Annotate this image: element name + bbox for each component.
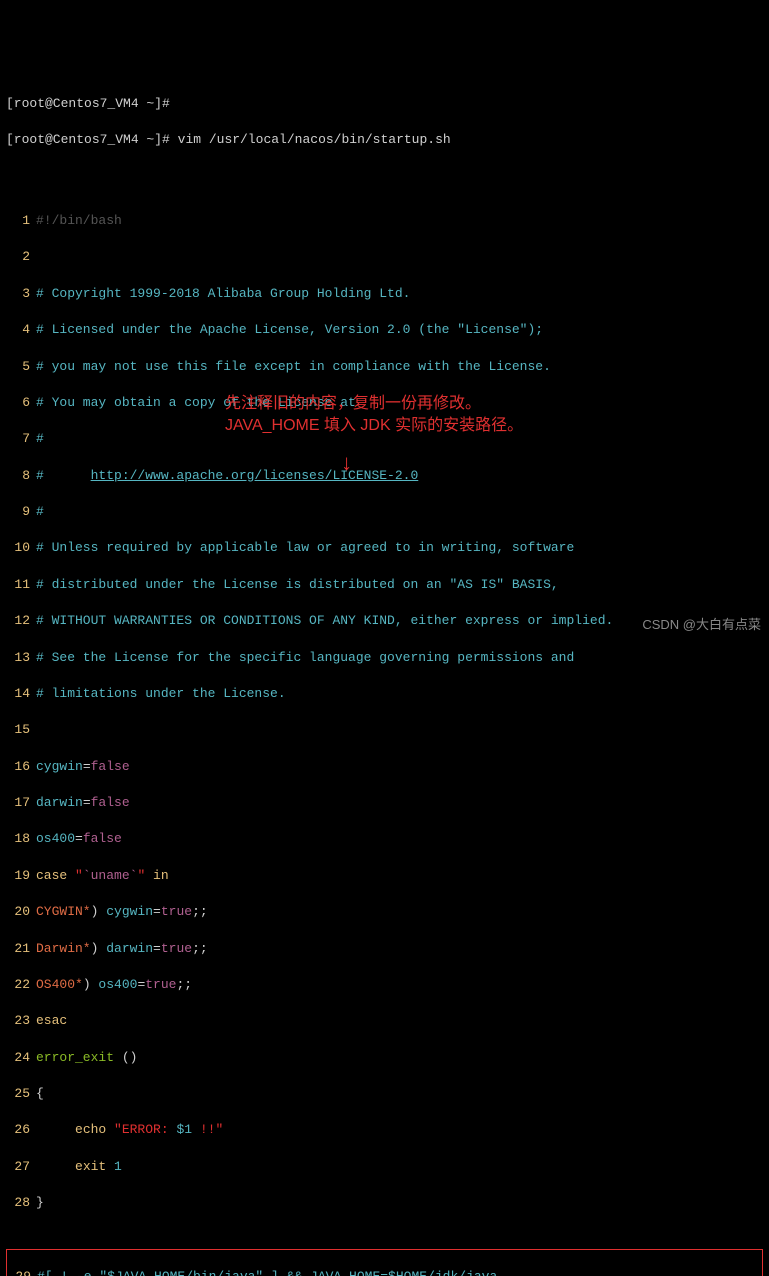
code-line-24: 24error_exit () <box>6 1049 763 1067</box>
terminal-area[interactable]: [root@Centos7_VM4 ~]# [root@Centos7_VM4 … <box>0 73 769 1276</box>
code-line-9: 9# <box>6 503 763 521</box>
code-line-5: 5# you may not use this file except in c… <box>6 358 763 376</box>
prompt-line-1: [root@Centos7_VM4 ~]# <box>6 95 763 113</box>
code-line-2: 2 <box>6 248 763 266</box>
code-line-17: 17darwin=false <box>6 794 763 812</box>
code-line-21: 21Darwin*) darwin=true;; <box>6 940 763 958</box>
code-line-16: 16cygwin=false <box>6 758 763 776</box>
code-line-13: 13# See the License for the specific lan… <box>6 649 763 667</box>
code-line-25: 25{ <box>6 1085 763 1103</box>
code-line-27: 27 exit 1 <box>6 1158 763 1176</box>
code-line-15: 15 <box>6 721 763 739</box>
annotation-text: 先注释旧的内容，复制一份再修改。 JAVA_HOME 填入 JDK 实际的安装路… <box>225 393 523 438</box>
code-line-20: 20CYGWIN*) cygwin=true;; <box>6 903 763 921</box>
code-line-3: 3# Copyright 1999-2018 Alibaba Group Hol… <box>6 285 763 303</box>
code-line-1: 1#!/bin/bash <box>6 212 763 230</box>
code-line-14: 14# limitations under the License. <box>6 685 763 703</box>
code-line-11: 11# distributed under the License is dis… <box>6 576 763 594</box>
prompt-line-2: [root@Centos7_VM4 ~]# vim /usr/local/nac… <box>6 131 763 149</box>
arrow-down-icon: ↓ <box>340 450 353 481</box>
code-line-29: 29#[ ! -e "$JAVA_HOME/bin/java" ] && JAV… <box>7 1268 762 1276</box>
code-line-8: 8# http://www.apache.org/licenses/LICENS… <box>6 467 763 485</box>
code-line-28: 28} <box>6 1194 763 1212</box>
watermark-label: CSDN @大白有点菜 <box>642 616 761 634</box>
code-line-22: 22OS400*) os400=true;; <box>6 976 763 994</box>
code-line-19: 19case "`uname`" in <box>6 867 763 885</box>
code-line-4: 4# Licensed under the Apache License, Ve… <box>6 321 763 339</box>
code-line-23: 23esac <box>6 1012 763 1030</box>
code-line-26: 26 echo "ERROR: $1 !!" <box>6 1121 763 1139</box>
code-line-10: 10# Unless required by applicable law or… <box>6 539 763 557</box>
code-line-18: 18os400=false <box>6 830 763 848</box>
highlighted-edit-area: 29#[ ! -e "$JAVA_HOME/bin/java" ] && JAV… <box>6 1249 763 1276</box>
